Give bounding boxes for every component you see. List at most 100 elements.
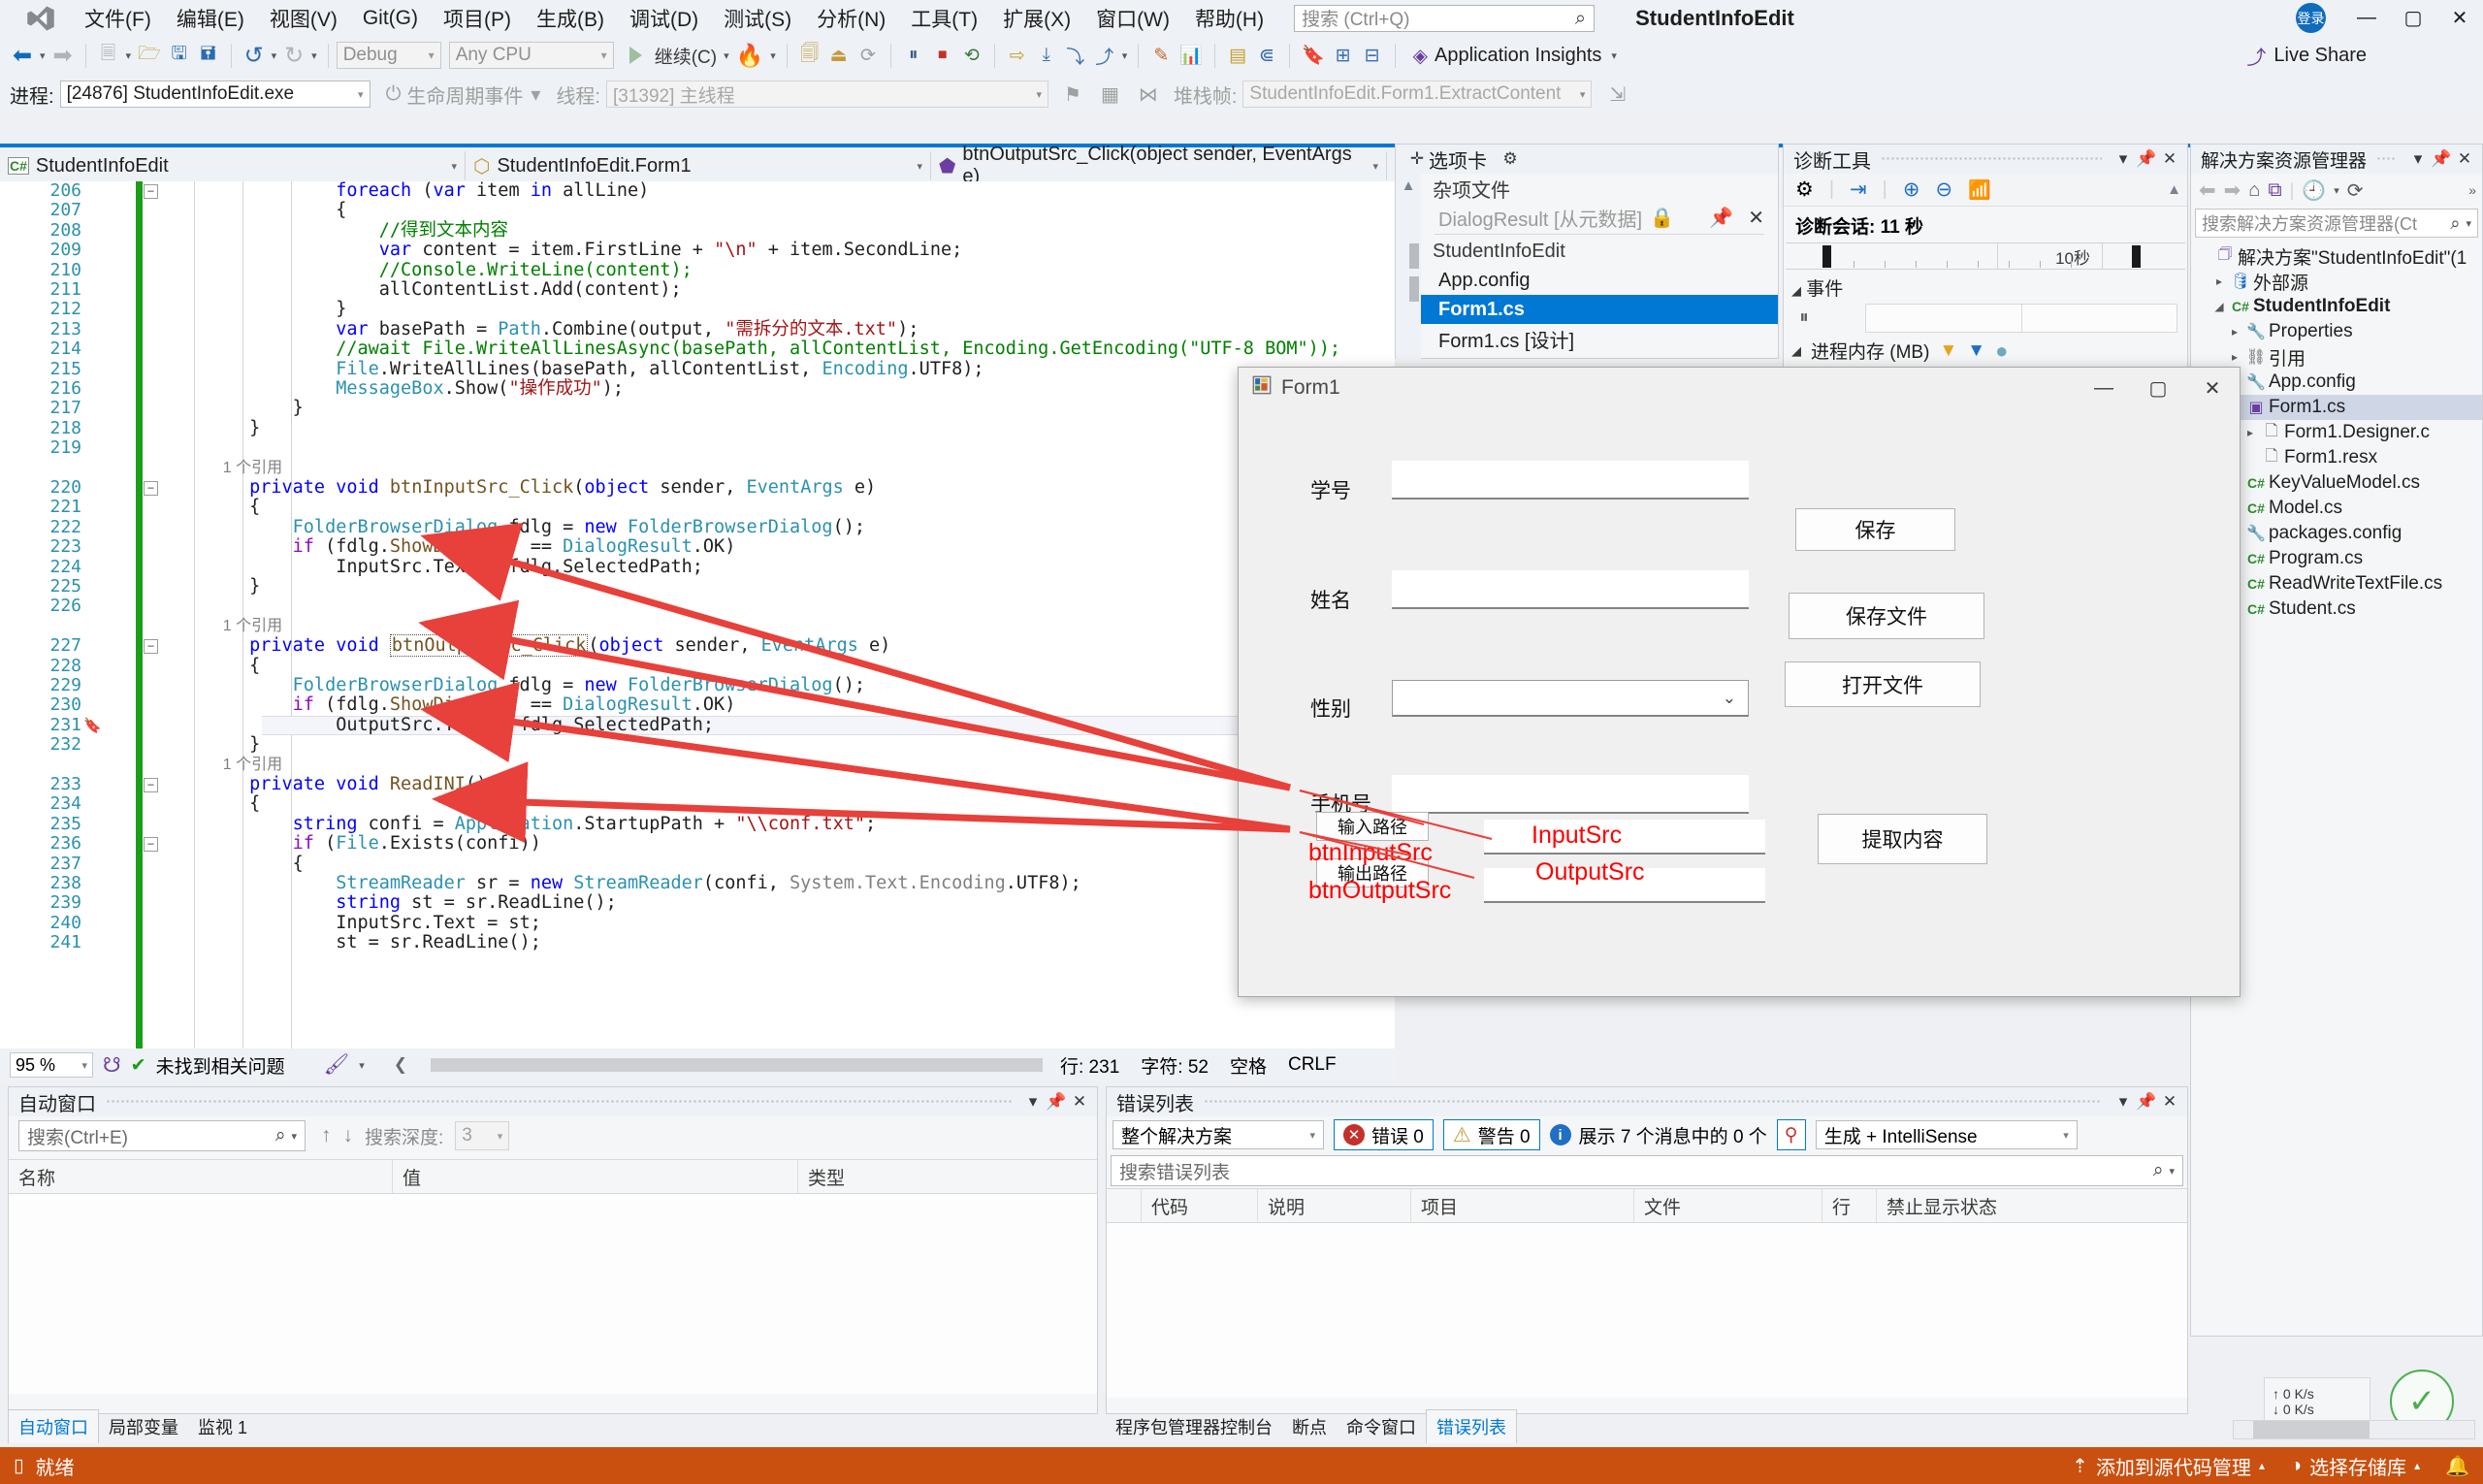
drag-dots[interactable]: [106, 1099, 1012, 1105]
quick-search-input[interactable]: 搜索 (Ctrl+Q) ⌕: [1294, 5, 1595, 32]
live-share-button[interactable]: ⤴ Live Share: [2246, 42, 2367, 70]
solution-tree-item[interactable]: 🗇解决方案"StudentInfoEdit"(1: [2191, 243, 2482, 269]
expander-collapsed-icon[interactable]: ▸: [2226, 325, 2243, 339]
solution-platform-combo[interactable]: Any CPU ▾: [449, 42, 614, 69]
error-scope-combo[interactable]: 整个解决方案 ▾: [1113, 1120, 1324, 1149]
step-over-icon[interactable]: ⤵: [1061, 40, 1090, 71]
drag-dots[interactable]: [1204, 1099, 2102, 1105]
chart-icon[interactable]: 📶: [1968, 178, 1991, 202]
pin-icon[interactable]: 📌: [1709, 206, 1733, 230]
menu-analyze[interactable]: 分析(N): [804, 0, 898, 37]
form1-input-shoujihao[interactable]: [1392, 775, 1749, 814]
autos-rows[interactable]: [9, 1194, 1097, 1394]
undo-dropdown-icon[interactable]: ▾: [269, 49, 280, 62]
navigate-back-dropdown-icon[interactable]: ▾: [37, 49, 48, 62]
error-column-suppression[interactable]: 禁止显示状态: [1877, 1189, 2187, 1222]
form1-extract-content-button[interactable]: 提取内容: [1818, 814, 1987, 864]
warnings-filter-button[interactable]: ⚠ 警告 0: [1443, 1119, 1540, 1150]
threads-filter-icon[interactable]: ⋈: [1139, 82, 1158, 107]
code-line[interactable]: 210 //Console.WriteLine(content);: [0, 261, 1395, 280]
tab-package-manager-console[interactable]: 程序包管理器控制台: [1106, 1410, 1282, 1443]
lifecycle-label[interactable]: 生命周期事件: [406, 81, 523, 109]
tab-watch1[interactable]: 监视 1: [188, 1410, 257, 1443]
menu-view[interactable]: 视图(V): [257, 0, 350, 37]
drag-dots[interactable]: [2376, 156, 2397, 162]
export-icon[interactable]: ⇥: [1850, 177, 1867, 202]
code-line[interactable]: 238 StreamReader sr = new StreamReader(c…: [0, 874, 1395, 893]
form1-input-xingming[interactable]: [1392, 570, 1749, 609]
form1-maximize-button[interactable]: ▢: [2131, 368, 2185, 408]
tab-autos[interactable]: 自动窗口: [8, 1409, 99, 1443]
option-item-appconfig[interactable]: App.config: [1421, 266, 1778, 295]
step-out-icon[interactable]: ⤴: [1090, 40, 1119, 71]
code-line[interactable]: 223 if (fdlg.ShowDialog() == DialogResul…: [0, 537, 1395, 557]
code-line[interactable]: 232 }: [0, 735, 1395, 755]
navbar-type-combo[interactable]: ⬡ StudentInfoEdit.Form1 ▾: [466, 151, 931, 180]
redo-dropdown-icon[interactable]: ▾: [308, 49, 320, 62]
code-edit-icon[interactable]: ✎: [1146, 40, 1176, 71]
code-line[interactable]: 241 st = sr.ReadLine();: [0, 933, 1395, 952]
code-line[interactable]: 239 string st = sr.ReadLine();: [0, 893, 1395, 913]
code-line[interactable]: 206− foreach (var item in allLine): [0, 181, 1395, 201]
gear-icon[interactable]: ⚙: [1499, 149, 1522, 169]
option-item-form1cs-design[interactable]: Form1.cs [设计]: [1421, 324, 1778, 353]
navigate-back-icon[interactable]: ⬅: [8, 40, 37, 71]
form1-dialog-window[interactable]: Form1 — ▢ ✕ 学号 性别 姓名 ⌄ 手机号 保存 保存文件 打开文件 …: [1238, 367, 2241, 997]
code-line[interactable]: 227− private void btnOutputSrc_Click(obj…: [0, 636, 1395, 656]
code-editor[interactable]: 206− foreach (var item in allLine)207 {2…: [0, 181, 1395, 1048]
menu-window[interactable]: 窗口(W): [1083, 0, 1182, 37]
close-icon[interactable]: ✕: [1068, 1092, 1091, 1112]
form1-combo-xingbie[interactable]: ⌄: [1392, 680, 1749, 717]
undo-icon[interactable]: ↺: [240, 40, 269, 71]
code-line[interactable]: 222 FolderBrowserDialog fdlg = new Folde…: [0, 518, 1395, 537]
stack-nav-icon[interactable]: ⇲: [1609, 82, 1626, 107]
chevron-down-icon[interactable]: ▾: [2112, 149, 2135, 169]
code-line[interactable]: 213 var basePath = Path.Combine(output, …: [0, 320, 1395, 339]
expander-collapsed-icon[interactable]: ▸: [2226, 350, 2243, 364]
window-minimize-button[interactable]: —: [2343, 0, 2390, 36]
move-handle-icon[interactable]: ✛: [1405, 149, 1429, 169]
open-file-icon[interactable]: 🗁: [134, 40, 165, 71]
close-icon[interactable]: ✕: [2158, 149, 2181, 169]
menu-file[interactable]: 文件(F): [72, 0, 164, 37]
code-line[interactable]: 236− if (File.Exists(confi)): [0, 834, 1395, 854]
menu-edit[interactable]: 编辑(E): [164, 0, 257, 37]
solution-tree-item[interactable]: ◢C#StudentInfoEdit: [2191, 294, 2482, 319]
process-combo[interactable]: [24876] StudentInfoEdit.exe ▾: [60, 81, 371, 108]
window-maximize-button[interactable]: ▢: [2390, 0, 2436, 36]
chevron-down-icon[interactable]: ▾: [2406, 149, 2430, 169]
menu-debug[interactable]: 调试(D): [617, 0, 711, 37]
codelens-reference[interactable]: 1 个引用: [0, 756, 1395, 775]
fold-toggle-icon[interactable]: −: [144, 481, 158, 496]
frames-icon[interactable]: ▦: [1101, 82, 1119, 107]
form1-minimize-button[interactable]: —: [2077, 368, 2131, 408]
search-depth-combo[interactable]: 3 ▾: [455, 1121, 509, 1150]
thread-combo[interactable]: [31392] 主线程 ▾: [606, 81, 1048, 108]
code-line[interactable]: 209 var content = item.FirstLine + "\n" …: [0, 241, 1395, 260]
tab-command-window[interactable]: 命令窗口: [1337, 1410, 1426, 1443]
solution-tree-item[interactable]: ▸🛢外部源: [2191, 269, 2482, 294]
error-column-line[interactable]: 行: [1822, 1189, 1877, 1222]
add-to-source-control-button[interactable]: ⇡ 添加到源代码管理 ▴: [2072, 1452, 2265, 1480]
error-rows[interactable]: [1107, 1223, 2187, 1398]
pending-changes-icon[interactable]: 🕘: [2302, 178, 2326, 203]
menu-help[interactable]: 帮助(H): [1182, 0, 1276, 37]
code-line[interactable]: 228 {: [0, 657, 1395, 676]
save-all-icon[interactable]: 🖬: [194, 40, 223, 71]
close-icon[interactable]: ✕: [2158, 1092, 2181, 1112]
switch-views-icon[interactable]: ⧉: [2268, 179, 2281, 202]
close-icon[interactable]: ✕: [2453, 149, 2476, 169]
chevron-down-icon[interactable]: ▾: [2169, 1165, 2175, 1178]
chevron-down-icon[interactable]: ▾: [359, 1059, 365, 1072]
bookmark-icon[interactable]: 🔖: [83, 716, 102, 735]
solution-explorer-hscrollbar[interactable]: [2233, 1420, 2475, 1439]
layout-icon[interactable]: ▤: [1223, 40, 1252, 71]
redo-icon[interactable]: ↻: [279, 40, 308, 71]
tab-breakpoints[interactable]: 断点: [1282, 1410, 1337, 1443]
autos-search-input[interactable]: 搜索(Ctrl+E) ⌕ ▾: [18, 1120, 306, 1151]
hot-reload-dropdown-icon[interactable]: ▾: [767, 49, 779, 62]
chevron-down-icon[interactable]: ▾: [291, 1130, 297, 1143]
error-column-desc[interactable]: 说明: [1258, 1189, 1411, 1222]
stop-debug-icon[interactable]: ⏏: [824, 40, 854, 71]
menu-project[interactable]: 项目(P): [431, 0, 524, 37]
